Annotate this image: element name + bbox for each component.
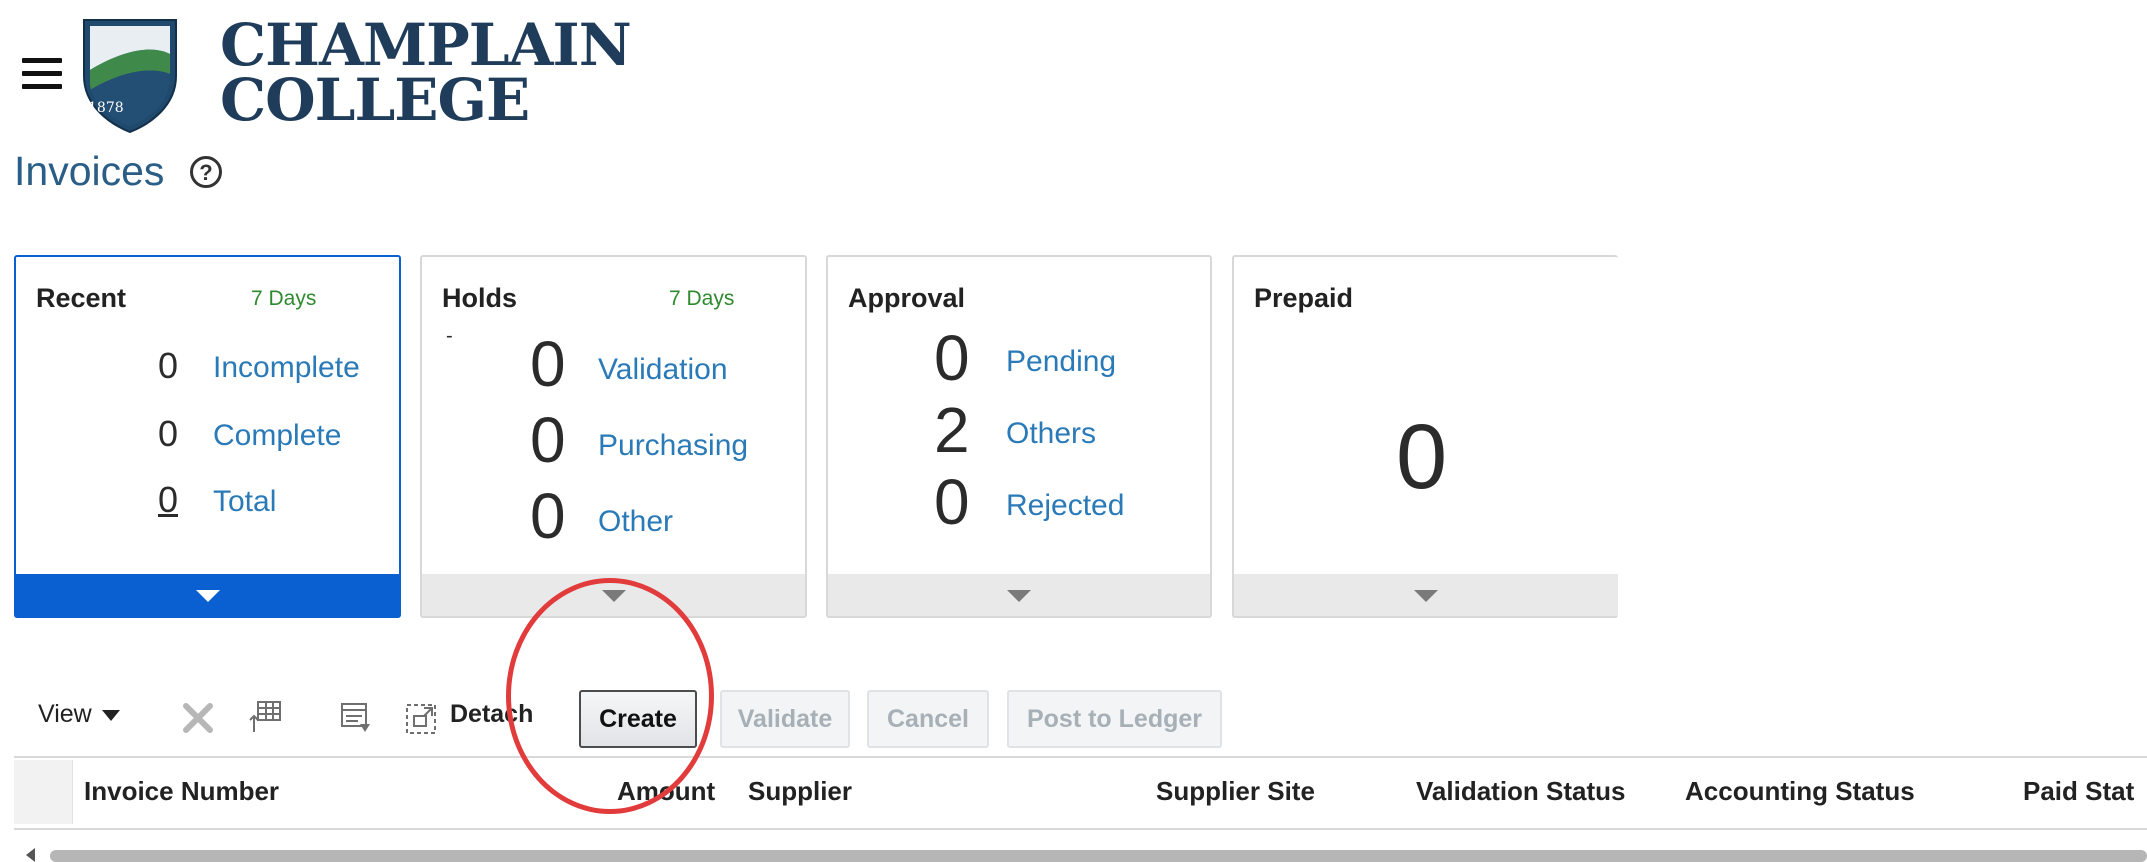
detach-icon[interactable] (404, 702, 438, 736)
caret-down-icon (101, 709, 120, 721)
holds-purchasing-count: 0 (530, 404, 566, 476)
logo-line-1: CHAMPLAIN (220, 11, 632, 79)
col-amount[interactable]: Amount (617, 776, 715, 807)
approval-pending-count: 0 (934, 322, 970, 394)
horizontal-scrollbar[interactable] (50, 850, 2147, 862)
prepaid-card-title: Prepaid (1254, 283, 1354, 313)
recent-complete-link[interactable]: Complete (213, 419, 341, 453)
college-shield-logo (83, 19, 177, 134)
holds-card-title: Holds (442, 283, 518, 313)
recent-total-count[interactable]: 0 (158, 479, 178, 521)
col-accounting-status[interactable]: Accounting Status (1685, 776, 1915, 807)
triangle-down-icon (1414, 590, 1438, 602)
approval-others-link[interactable]: Others (1006, 417, 1096, 451)
logo-line-2: COLLEGE (220, 66, 530, 134)
recent-total-link[interactable]: Total (213, 485, 276, 519)
delete-x-icon[interactable] (180, 700, 216, 736)
holds-validation-link[interactable]: Validation (598, 353, 728, 387)
triangle-down-icon (601, 590, 626, 602)
prepaid-count[interactable]: 0 (1396, 405, 1447, 510)
page-title: Invoices (14, 148, 165, 194)
recent-period: 7 Days (251, 287, 317, 310)
hamburger-menu-icon[interactable] (18, 56, 66, 92)
col-invoice-number[interactable]: Invoice Number (84, 776, 279, 807)
approval-card-title: Approval (848, 283, 966, 313)
approval-others-count: 2 (934, 394, 970, 466)
scroll-left-arrow-icon[interactable] (26, 848, 35, 862)
freeze-columns-icon[interactable] (248, 698, 284, 736)
col-supplier-site[interactable]: Supplier Site (1156, 776, 1315, 807)
holds-dash: - (446, 325, 453, 347)
approval-rejected-link[interactable]: Rejected (1006, 489, 1124, 523)
wrap-icon[interactable] (338, 700, 374, 736)
recent-incomplete-count: 0 (158, 345, 179, 386)
col-supplier[interactable]: Supplier (748, 776, 852, 807)
holds-period: 7 Days (669, 287, 735, 310)
recent-incomplete-link[interactable]: Incomplete (213, 351, 360, 385)
holds-purchasing-link[interactable]: Purchasing (598, 429, 748, 463)
triangle-down-icon (1007, 590, 1031, 602)
holds-card-expand[interactable] (422, 574, 805, 616)
approval-card[interactable]: Approval 0 Pending 2 Others 0 Rejected (826, 255, 1212, 618)
triangle-down-icon (195, 590, 220, 602)
row-selector-column (14, 760, 73, 824)
approval-card-expand[interactable] (828, 574, 1210, 616)
recent-card-title: Recent (36, 283, 127, 313)
college-logo-text: CHAMPLAIN COLLEGE (220, 11, 632, 134)
col-validation-status[interactable]: Validation Status (1416, 776, 1626, 807)
detach-button[interactable]: Detach (450, 700, 533, 729)
view-menu-label: View (38, 700, 92, 728)
view-menu[interactable]: View (38, 700, 120, 729)
prepaid-card[interactable]: Prepaid 0 (1232, 255, 1618, 618)
col-paid-status[interactable]: Paid Stat (2023, 776, 2134, 807)
holds-other-count: 0 (530, 480, 566, 552)
prepaid-card-expand[interactable] (1234, 574, 1618, 616)
recent-card[interactable]: Recent 7 Days 0 Incomplete 0 Complete 0 … (14, 255, 401, 618)
logo-year: 1878 (88, 100, 124, 116)
approval-rejected-count: 0 (934, 466, 970, 538)
recent-complete-count: 0 (158, 413, 179, 454)
validate-button[interactable]: Validate (720, 690, 850, 748)
cancel-button[interactable]: Cancel (867, 690, 989, 748)
recent-card-expand[interactable] (16, 574, 399, 616)
approval-pending-link[interactable]: Pending (1006, 345, 1116, 379)
holds-card[interactable]: Holds 7 Days - 0 Validation 0 Purchasing… (420, 255, 807, 618)
help-icon[interactable]: ? (190, 156, 222, 188)
post-to-ledger-button[interactable]: Post to Ledger (1007, 690, 1222, 748)
holds-validation-count: 0 (530, 328, 566, 400)
holds-other-link[interactable]: Other (598, 505, 673, 539)
create-button[interactable]: Create (579, 690, 697, 748)
